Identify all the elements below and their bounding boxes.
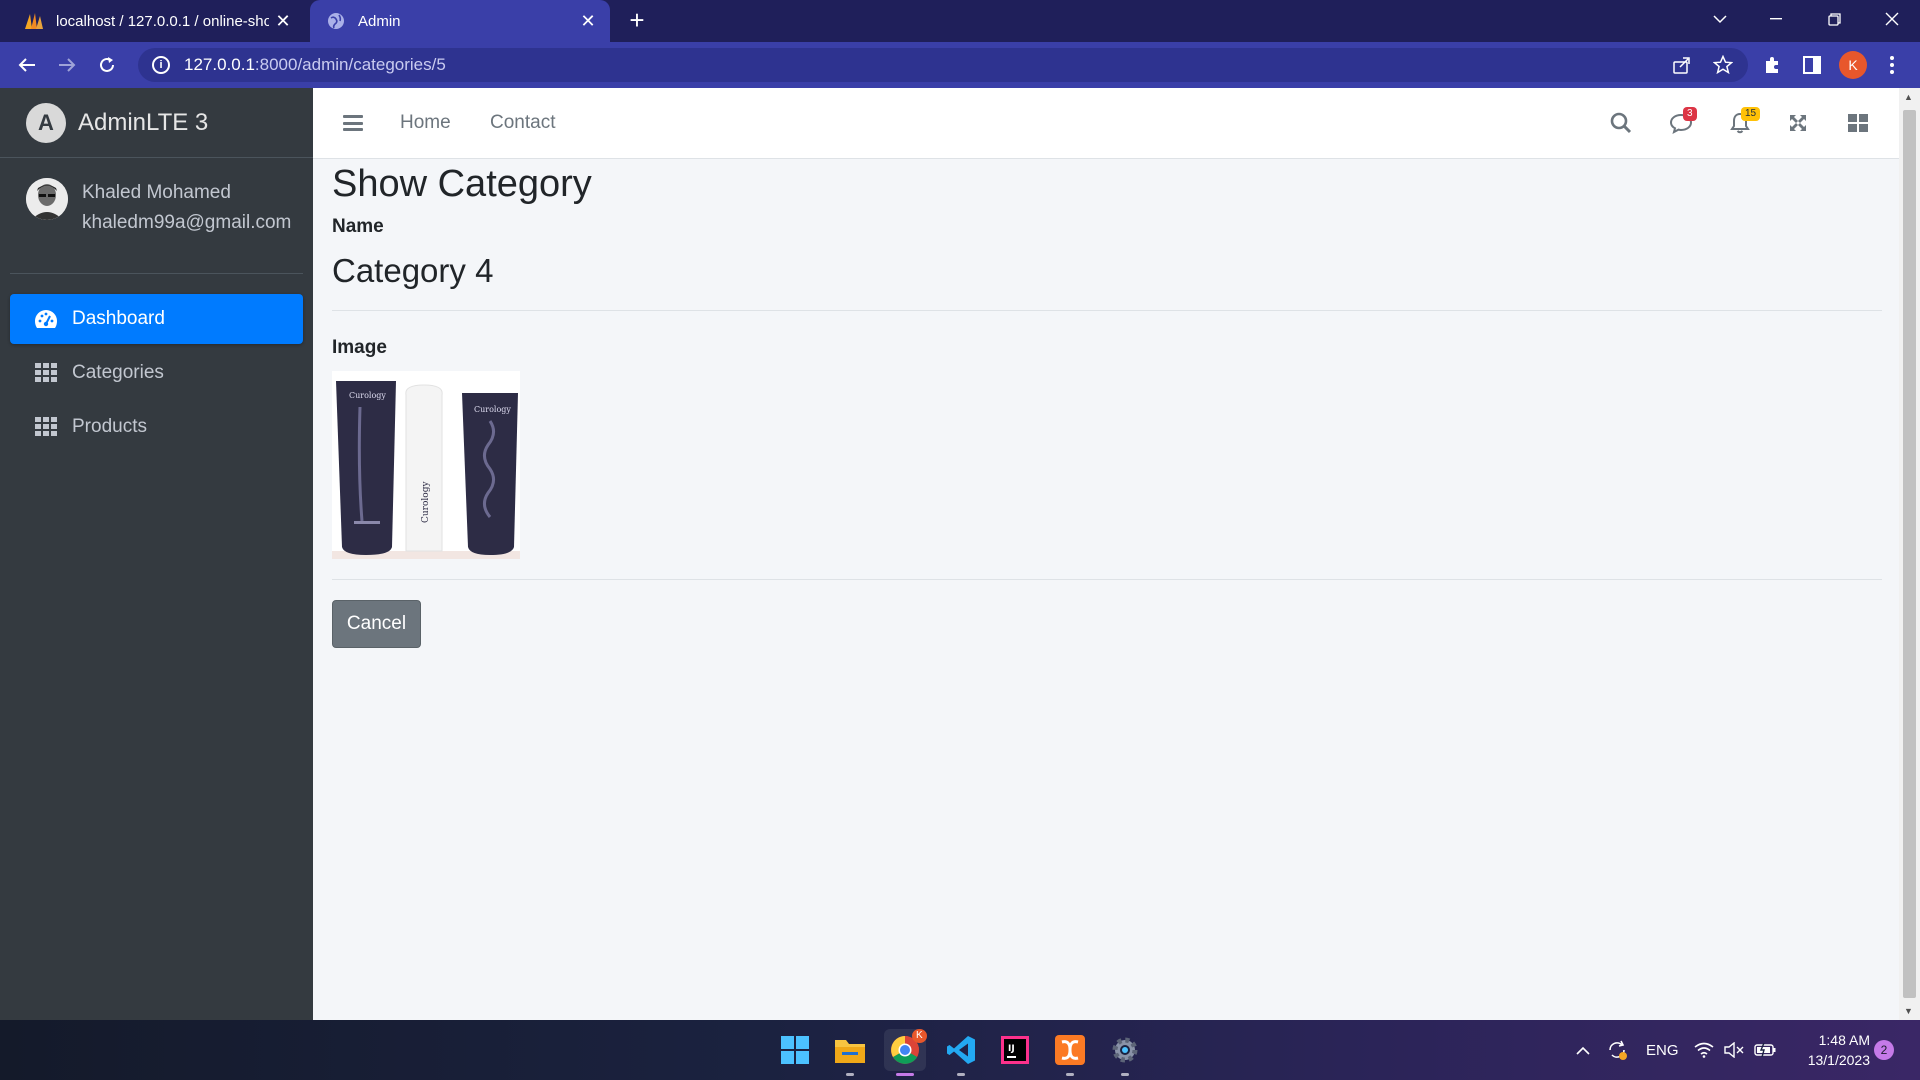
sidebar-item-label: Products xyxy=(72,416,147,437)
profile-avatar[interactable]: K xyxy=(1839,51,1867,79)
browser-tab-admin[interactable]: Admin ✕ xyxy=(310,0,610,42)
browser-toolbar: i 127.0.0.1:8000/admin/categories/5 xyxy=(0,42,1920,88)
site-info-icon[interactable]: i xyxy=(152,56,170,74)
back-arrow-icon[interactable] xyxy=(12,50,42,80)
vertical-scrollbar[interactable]: ▲ ▼ xyxy=(1899,88,1920,1020)
bell-icon[interactable]: 15 xyxy=(1725,107,1761,138)
user-email[interactable]: khaledm99a@gmail.com xyxy=(82,208,291,238)
browser-menu-icon[interactable] xyxy=(1877,50,1907,80)
address-bar[interactable]: i 127.0.0.1:8000/admin/categories/5 xyxy=(138,48,1748,82)
brand-link[interactable]: A AdminLTE 3 xyxy=(0,88,313,158)
tachometer-icon xyxy=(34,308,58,330)
file-explorer-icon[interactable] xyxy=(829,1029,871,1076)
wifi-icon[interactable] xyxy=(1694,1020,1714,1080)
clock-date: 13/1/2023 xyxy=(1807,1052,1870,1068)
sidebar-item-dashboard[interactable]: Dashboard xyxy=(10,294,303,344)
chrome-profile-badge: K xyxy=(912,1029,927,1043)
messages-badge: 3 xyxy=(1683,107,1697,121)
scroll-down-arrow-icon[interactable]: ▼ xyxy=(1904,1006,1913,1016)
globe-icon xyxy=(326,11,346,31)
tab-title: Admin xyxy=(358,12,401,30)
windows-start-icon[interactable] xyxy=(774,1029,816,1071)
sidebar-item-label: Dashboard xyxy=(72,308,165,329)
category-name-value: Category 4 xyxy=(332,252,494,289)
battery-charging-icon[interactable] xyxy=(1754,1020,1776,1080)
url-host: 127.0.0.1 xyxy=(184,55,255,74)
url-path: :8000/admin/categories/5 xyxy=(254,55,446,74)
scrollbar-thumb[interactable] xyxy=(1903,110,1916,998)
svg-text:IJ: IJ xyxy=(1008,1044,1015,1054)
xampp-icon[interactable] xyxy=(1049,1029,1091,1076)
notifications-badge: 15 xyxy=(1741,107,1761,121)
browser-tab-phpmyadmin[interactable]: localhost / 127.0.0.1 / online-sho ✕ xyxy=(0,0,305,42)
product-brand-text: Curology xyxy=(474,405,511,414)
browser-tab-bar: localhost / 127.0.0.1 / online-sho ✕ Adm… xyxy=(0,0,1920,42)
volume-muted-icon[interactable] xyxy=(1724,1020,1744,1080)
brand-text: AdminLTE 3 xyxy=(78,108,209,136)
close-tab-icon[interactable]: ✕ xyxy=(574,11,602,32)
messages-icon[interactable]: 3 xyxy=(1666,107,1697,138)
user-panel: Khaled Mohamed khaledm99a@gmail.com xyxy=(10,158,303,274)
sidebar-item-label: Categories xyxy=(72,362,164,383)
divider xyxy=(332,310,1882,311)
minimize-icon[interactable] xyxy=(1748,0,1804,38)
main-header: Home Contact 3 15 xyxy=(313,88,1899,159)
divider xyxy=(332,579,1882,580)
nav-link-contact[interactable]: Contact xyxy=(490,112,555,134)
grid-icon xyxy=(34,362,58,384)
reload-icon[interactable] xyxy=(92,50,122,80)
forward-arrow-icon[interactable] xyxy=(52,50,82,80)
close-tab-icon[interactable]: ✕ xyxy=(269,11,297,32)
image-label: Image xyxy=(332,337,387,358)
taskbar-clock[interactable]: 1:48 AM 13/1/2023 xyxy=(1790,1030,1870,1070)
show-hidden-icons-chevron-icon[interactable] xyxy=(1576,1020,1590,1080)
name-label: Name xyxy=(332,216,384,237)
windows-taskbar: K IJ ENG 1:48 AM 13/1/2023 2 xyxy=(0,1020,1920,1080)
notification-center-badge[interactable]: 2 xyxy=(1874,1040,1894,1060)
close-window-icon[interactable] xyxy=(1864,0,1920,38)
fullscreen-expand-icon[interactable] xyxy=(1783,108,1813,138)
phpmyadmin-icon xyxy=(24,11,44,31)
chrome-taskbar-icon[interactable]: K xyxy=(884,1029,927,1076)
sidebar-item-products[interactable]: Products xyxy=(10,402,303,452)
grid-icon xyxy=(34,416,58,438)
content-wrapper: Show Category Name Category 4 Image Curo… xyxy=(332,159,1882,648)
tab-search-icon[interactable] xyxy=(1692,0,1748,38)
product-brand-text: Curology xyxy=(421,481,431,523)
sync-icon[interactable] xyxy=(1606,1020,1628,1080)
tab-title: localhost / 127.0.0.1 / online-sho xyxy=(56,12,269,30)
control-sidebar-icon[interactable] xyxy=(1843,108,1873,138)
sidebar: A AdminLTE 3 Khaled Mohamed khaledm99a@g… xyxy=(0,88,313,1020)
bookmark-star-icon[interactable] xyxy=(1708,50,1738,80)
language-indicator[interactable]: ENG xyxy=(1646,1020,1679,1080)
cancel-button[interactable]: Cancel xyxy=(332,600,421,648)
intellij-icon[interactable]: IJ xyxy=(994,1029,1036,1071)
sidebar-menu: Dashboard Categories Products xyxy=(0,274,313,452)
side-panel-icon[interactable] xyxy=(1797,50,1827,80)
sidebar-item-categories[interactable]: Categories xyxy=(10,348,303,398)
adminlte-logo-icon: A xyxy=(26,102,66,143)
category-image: Curology Curology Curology xyxy=(332,371,520,559)
search-icon[interactable] xyxy=(1606,108,1636,138)
product-brand-text: Curology xyxy=(349,391,386,400)
settings-gear-icon[interactable] xyxy=(1104,1029,1146,1076)
scroll-up-arrow-icon[interactable]: ▲ xyxy=(1904,92,1913,102)
new-tab-button[interactable]: + xyxy=(622,6,652,36)
page-title: Show Category xyxy=(332,163,592,205)
user-name[interactable]: Khaled Mohamed xyxy=(82,178,291,208)
share-icon[interactable] xyxy=(1667,50,1697,80)
vscode-icon[interactable] xyxy=(940,1029,982,1076)
clock-time: 1:48 AM xyxy=(1818,1032,1870,1048)
nav-link-home[interactable]: Home xyxy=(400,112,451,134)
restore-icon[interactable] xyxy=(1806,0,1862,38)
hamburger-menu-icon[interactable] xyxy=(341,111,365,135)
extensions-puzzle-icon[interactable] xyxy=(1757,50,1787,80)
user-avatar[interactable] xyxy=(26,178,68,220)
